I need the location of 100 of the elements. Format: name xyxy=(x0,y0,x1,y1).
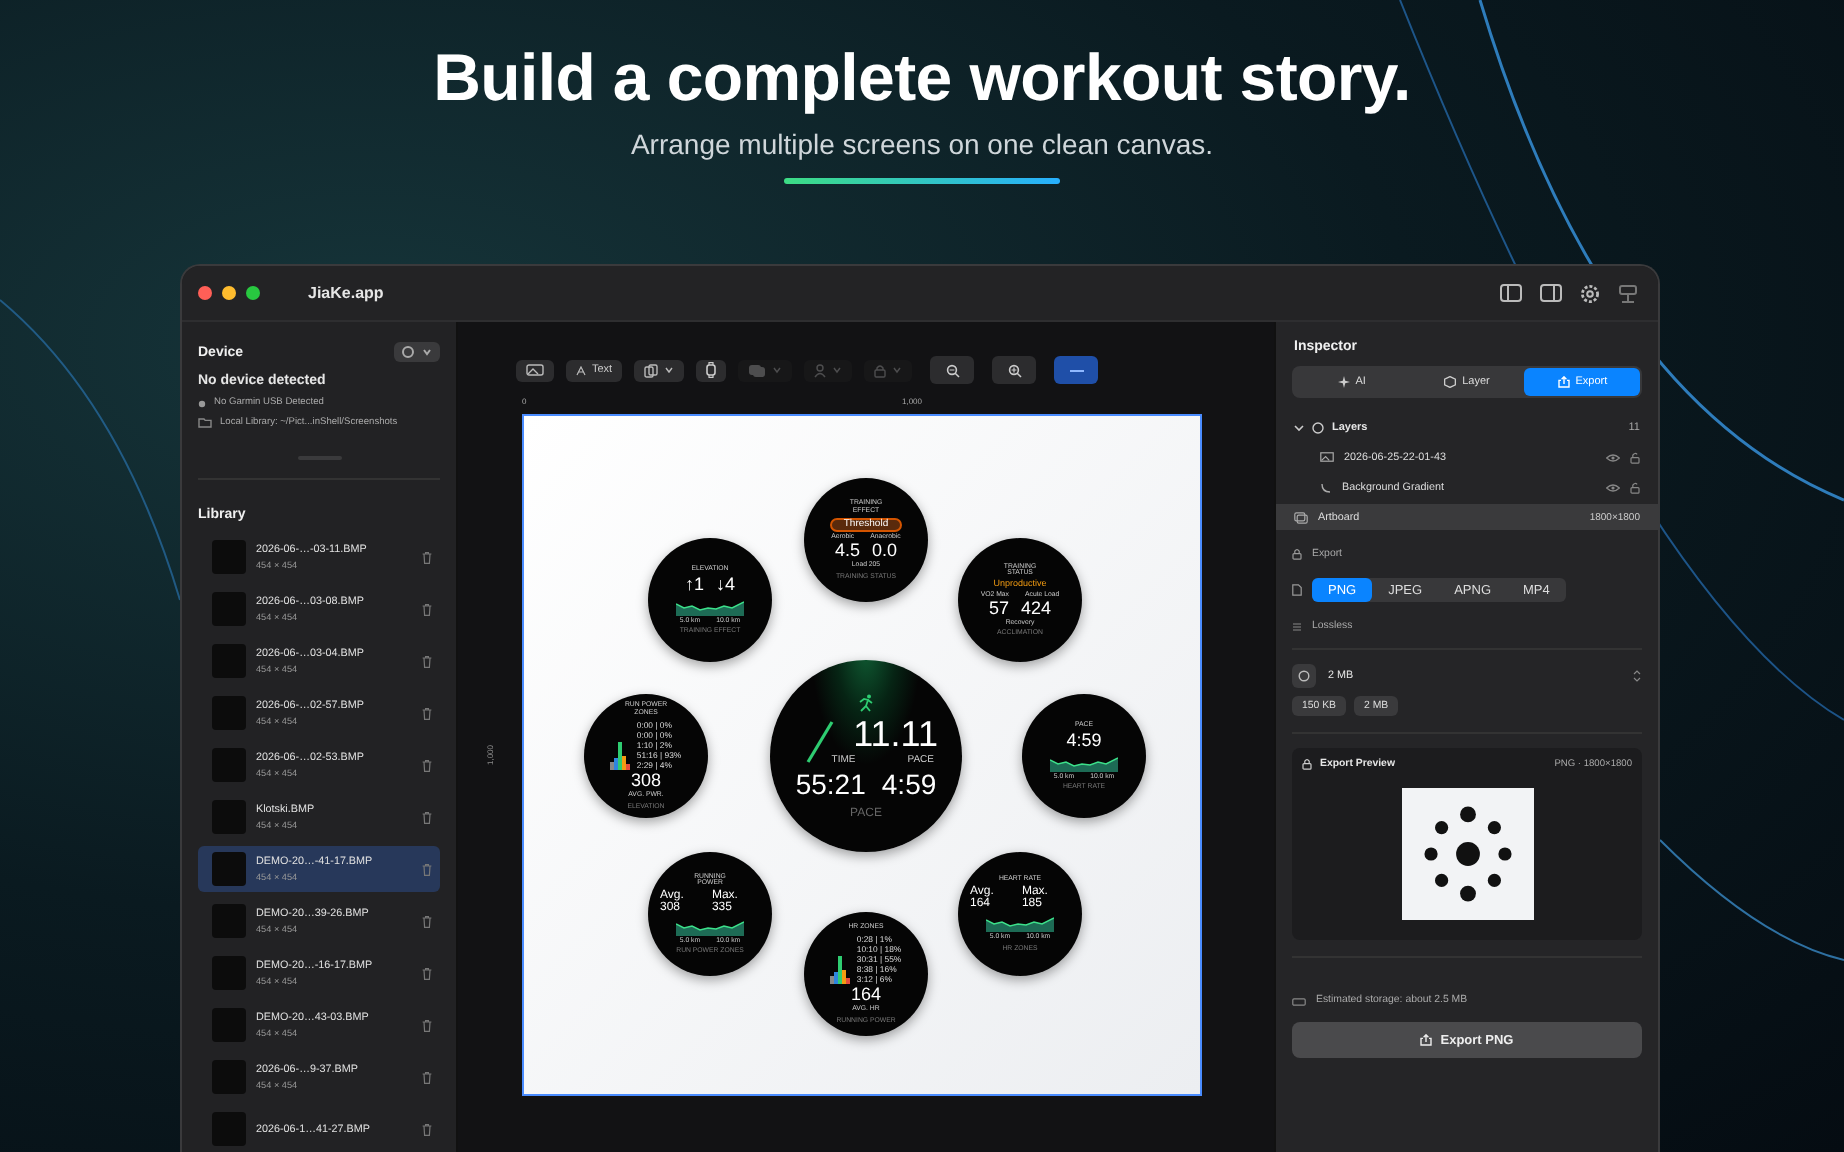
image-tool-button[interactable] xyxy=(516,359,554,381)
trash-icon[interactable] xyxy=(422,811,432,823)
caret-icon xyxy=(664,366,675,374)
window-title: JiaKe.app xyxy=(308,284,384,302)
watch-value: 55:21 xyxy=(795,769,866,797)
eye-icon[interactable] xyxy=(1606,453,1620,461)
watch-value: 424 xyxy=(1020,599,1052,618)
trash-icon[interactable] xyxy=(422,915,432,927)
zoom-button[interactable] xyxy=(246,286,260,300)
thumbnail xyxy=(212,800,246,834)
runner-icon xyxy=(858,693,874,711)
sparkle-icon xyxy=(1337,376,1350,388)
trash-icon[interactable] xyxy=(422,1019,432,1031)
sparkline-drawing xyxy=(986,912,1054,933)
thumbnail xyxy=(212,592,246,626)
watch-tool-button[interactable] xyxy=(696,359,727,381)
sparkline-drawing xyxy=(1050,751,1118,772)
copy-menu-button[interactable] xyxy=(634,359,685,381)
preview-drawing xyxy=(1401,788,1533,920)
share-icon xyxy=(1420,1034,1433,1046)
hero-title: Build a complete workout story. xyxy=(433,40,1411,116)
zone-bars-drawing xyxy=(610,738,631,771)
zone-bars-drawing xyxy=(830,952,851,985)
file-icon xyxy=(1292,584,1302,596)
trash-icon[interactable] xyxy=(422,967,432,979)
image-icon xyxy=(1320,452,1334,462)
cube-icon xyxy=(1444,376,1457,388)
artboard[interactable] xyxy=(522,414,1202,1096)
trash-icon[interactable] xyxy=(422,863,432,875)
thumbnail xyxy=(212,1008,246,1042)
settings-icon[interactable] xyxy=(1580,283,1600,303)
gauge-icon xyxy=(1298,670,1310,682)
lock-icon xyxy=(1302,758,1312,770)
folder-icon xyxy=(198,418,212,428)
status-dot-icon xyxy=(198,399,206,407)
person-icon xyxy=(814,363,827,377)
device-menu-button[interactable] xyxy=(394,342,440,362)
thumbnail xyxy=(212,696,246,730)
thumbnail xyxy=(212,904,246,938)
image-icon xyxy=(526,364,544,376)
thumbnail xyxy=(212,540,246,574)
zoom-out-button[interactable] xyxy=(930,356,975,384)
watch-value: 4:59 xyxy=(1066,731,1102,750)
fit-button[interactable] xyxy=(1054,356,1099,384)
trash-icon[interactable] xyxy=(422,1123,432,1135)
gradient-icon xyxy=(1320,481,1332,493)
lines-icon xyxy=(1292,621,1302,631)
share-icon xyxy=(1557,376,1570,388)
lock-icon[interactable] xyxy=(1630,481,1640,493)
zoom-in-icon xyxy=(1007,363,1022,377)
right-sidebar-icon[interactable] xyxy=(1540,284,1562,302)
hero-subtitle: Arrange multiple screens on one clean canvas. xyxy=(630,128,1214,160)
trash-icon[interactable] xyxy=(422,1071,432,1083)
trash-icon[interactable] xyxy=(422,603,432,615)
artboard-icon xyxy=(1294,511,1308,523)
trash-icon[interactable] xyxy=(422,707,432,719)
minimize-button[interactable] xyxy=(222,286,236,300)
thumbnail xyxy=(212,748,246,782)
progress-slash-drawing xyxy=(806,720,834,764)
zoom-out-icon xyxy=(945,363,960,377)
watch-value: 4.5 xyxy=(834,542,860,561)
stepper-icon[interactable] xyxy=(1632,668,1642,684)
caret-icon xyxy=(832,366,843,374)
sparkline-drawing xyxy=(676,916,744,937)
lock-icon xyxy=(1292,548,1302,560)
layers-icon xyxy=(1312,422,1324,434)
stack-icon[interactable] xyxy=(1618,283,1638,303)
watch-value: ↓4 xyxy=(716,575,736,594)
close-button[interactable] xyxy=(198,286,212,300)
thumbnail xyxy=(212,644,246,678)
thumbnail xyxy=(212,1060,246,1094)
watch-value: 0.0 xyxy=(872,542,898,561)
zoom-in-button[interactable] xyxy=(992,356,1037,384)
chevron-icon[interactable] xyxy=(1294,424,1304,432)
thumbnail xyxy=(212,1112,246,1146)
trash-icon[interactable] xyxy=(422,759,432,771)
sparkline-drawing xyxy=(676,595,744,616)
lock-icon[interactable] xyxy=(1630,451,1640,463)
trash-icon[interactable] xyxy=(422,655,432,667)
thumbnail xyxy=(212,852,246,886)
caret-icon xyxy=(772,366,783,374)
thumbnail xyxy=(212,956,246,990)
lock-icon xyxy=(874,363,887,377)
watch-value: ↑1 xyxy=(684,575,704,594)
shapes-icon xyxy=(748,363,767,377)
gauge-button[interactable] xyxy=(1292,664,1316,688)
minus-icon xyxy=(1069,367,1084,373)
drive-icon xyxy=(1292,995,1306,1005)
eye-icon[interactable] xyxy=(1606,483,1620,491)
caret-icon xyxy=(892,366,903,374)
watch-value: 11.11 xyxy=(853,715,938,751)
watch-icon xyxy=(706,362,717,378)
watch-value: 4:59 xyxy=(881,769,937,797)
watch-value: 308 xyxy=(630,772,662,791)
watch-value: 57 xyxy=(988,599,1009,618)
copy-icon xyxy=(644,363,659,377)
trash-icon[interactable] xyxy=(422,551,432,563)
caret-icon xyxy=(422,348,432,356)
left-sidebar-icon[interactable] xyxy=(1500,284,1522,302)
text-icon xyxy=(576,365,586,375)
